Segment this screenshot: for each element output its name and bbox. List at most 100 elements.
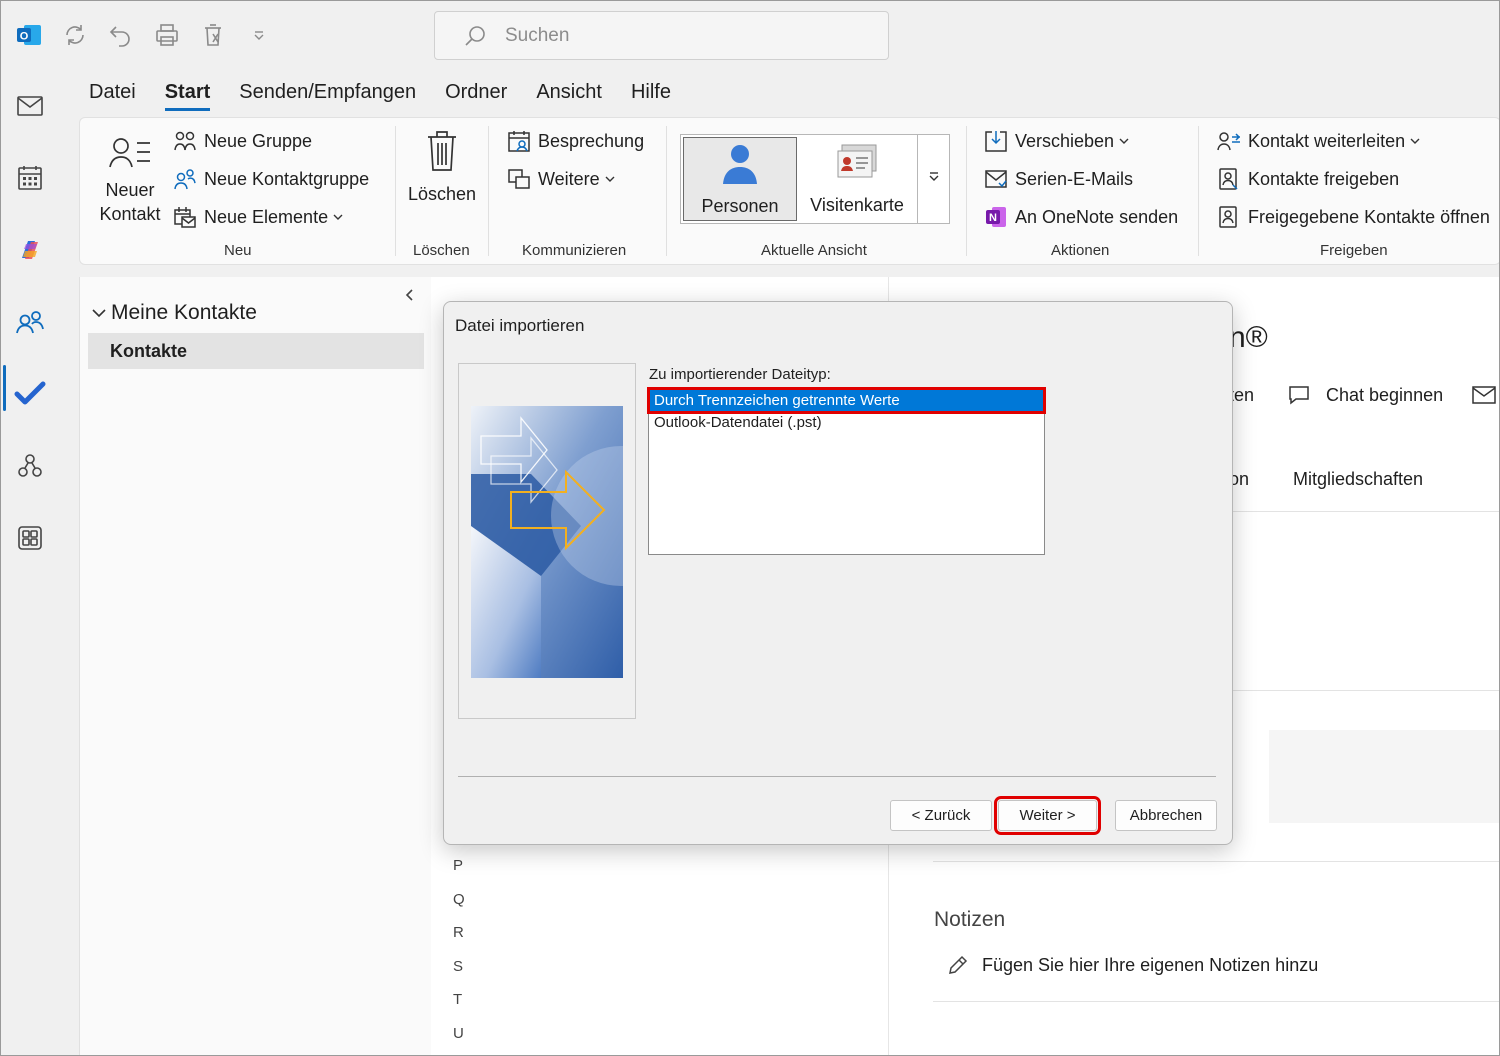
mail-merge-label: Serien-E-Mails bbox=[1015, 168, 1134, 189]
move-button[interactable]: Verschieben bbox=[983, 128, 1129, 154]
ribbon-separator bbox=[488, 126, 489, 256]
wizard-illustration bbox=[458, 363, 636, 719]
undo-icon[interactable] bbox=[107, 21, 135, 49]
forward-contact-label: Kontakt weiterleiten bbox=[1248, 130, 1406, 151]
sync-icon[interactable] bbox=[61, 21, 89, 49]
import-arrow-graphic bbox=[471, 406, 623, 678]
cancel-button[interactable]: Abbrechen bbox=[1115, 800, 1217, 831]
new-contact-group-label: Neue Kontaktgruppe bbox=[204, 168, 370, 189]
folder-group-label: Meine Kontakte bbox=[111, 301, 257, 324]
business-card-icon bbox=[799, 137, 915, 189]
divider bbox=[1229, 690, 1499, 691]
chevron-down-icon bbox=[333, 213, 343, 221]
app-navigation-rail bbox=[1, 69, 59, 1055]
alphabet-index-s[interactable]: S bbox=[453, 958, 463, 975]
alphabet-index-q[interactable]: Q bbox=[453, 891, 465, 908]
new-contact-group-button[interactable]: Neue Kontaktgruppe bbox=[172, 166, 369, 192]
onenote-icon: N bbox=[983, 204, 1009, 230]
new-contact-button[interactable]: Neuer Kontakt bbox=[94, 132, 166, 226]
move-icon bbox=[983, 128, 1009, 154]
tab-ordner[interactable]: Ordner bbox=[445, 81, 507, 111]
folder-group-header[interactable]: Meine Kontakte bbox=[92, 301, 257, 325]
new-contact-label-1: Neuer bbox=[105, 180, 155, 200]
alphabet-index-p[interactable]: P bbox=[453, 857, 463, 874]
group-label-freigeben: Freigeben bbox=[1320, 242, 1388, 259]
tab-datei[interactable]: Datei bbox=[89, 81, 136, 111]
customize-toolbar-icon[interactable] bbox=[245, 21, 273, 49]
new-group-button[interactable]: Neue Gruppe bbox=[172, 128, 312, 154]
share-contacts-button[interactable]: Kontakte freigeben bbox=[1216, 166, 1399, 192]
search-icon bbox=[463, 24, 487, 48]
view-gallery-expand[interactable] bbox=[917, 135, 949, 223]
group-label-aktionen: Aktionen bbox=[1051, 242, 1110, 259]
people-icon[interactable] bbox=[11, 303, 49, 341]
more-communicate-label: Weitere bbox=[538, 168, 600, 189]
new-contact-group-icon bbox=[172, 166, 198, 192]
file-type-list[interactable]: Durch Trennzeichen getrennte Werte Outlo… bbox=[647, 387, 1046, 555]
share-contacts-icon bbox=[1216, 166, 1242, 192]
more-apps-icon[interactable] bbox=[11, 519, 49, 557]
mail-icon[interactable] bbox=[11, 87, 49, 125]
view-business-card-button[interactable]: Visitenkarte bbox=[799, 137, 915, 221]
groups-icon[interactable] bbox=[11, 447, 49, 485]
new-items-button[interactable]: Neue Elemente bbox=[172, 204, 343, 230]
chevron-down-icon bbox=[1410, 137, 1420, 145]
todo-icon[interactable] bbox=[11, 375, 49, 413]
alphabet-index-t[interactable]: T bbox=[453, 991, 462, 1008]
tab-hilfe[interactable]: Hilfe bbox=[631, 81, 671, 111]
quick-access-toolbar: O bbox=[15, 21, 273, 49]
delete-all-icon[interactable] bbox=[199, 21, 227, 49]
group-label-kommunizieren: Kommunizieren bbox=[522, 242, 627, 259]
mail-icon[interactable] bbox=[1472, 385, 1496, 410]
new-items-label: Neue Elemente bbox=[204, 206, 329, 227]
mail-merge-button[interactable]: Serien-E-Mails bbox=[983, 166, 1133, 192]
meeting-button[interactable]: Besprechung bbox=[506, 128, 644, 154]
folder-item-label: Kontakte bbox=[110, 340, 188, 361]
option-pst[interactable]: Outlook-Datendatei (.pst) bbox=[650, 412, 1043, 433]
tab-ansicht[interactable]: Ansicht bbox=[536, 81, 602, 111]
ribbon-separator bbox=[1198, 126, 1199, 256]
trash-icon bbox=[406, 128, 478, 174]
tab-senden-empfangen[interactable]: Senden/Empfangen bbox=[239, 81, 416, 111]
view-business-card-label: Visitenkarte bbox=[810, 195, 904, 215]
back-button[interactable]: < Zurück bbox=[890, 800, 992, 831]
search-box[interactable]: Suchen bbox=[434, 11, 889, 60]
forward-contact-icon bbox=[1216, 128, 1242, 154]
tab-start[interactable]: Start bbox=[164, 81, 211, 111]
send-to-onenote-label: An OneNote senden bbox=[1015, 206, 1179, 227]
alphabet-index-u[interactable]: U bbox=[453, 1025, 464, 1042]
share-contacts-label: Kontakte freigeben bbox=[1248, 168, 1400, 189]
next-button[interactable]: Weiter > bbox=[994, 796, 1101, 835]
tab-memberships[interactable]: Mitgliedschaften bbox=[1293, 469, 1423, 490]
chevron-down-icon bbox=[605, 175, 615, 183]
collapse-pane-icon[interactable] bbox=[402, 287, 418, 303]
gallery-expand-icon bbox=[928, 170, 940, 188]
copilot-icon[interactable] bbox=[11, 231, 49, 269]
import-file-dialog: Datei importieren Zu importierender Date… bbox=[443, 301, 1233, 845]
chat-start-button[interactable]: Chat beginnen bbox=[1326, 385, 1443, 406]
meeting-label: Besprechung bbox=[538, 130, 645, 151]
ribbon-separator bbox=[966, 126, 967, 256]
group-label-neu: Neu bbox=[224, 242, 252, 259]
alphabet-index-r[interactable]: R bbox=[453, 924, 464, 941]
print-icon[interactable] bbox=[153, 21, 181, 49]
forward-contact-button[interactable]: Kontakt weiterleiten bbox=[1216, 128, 1420, 154]
title-bar: O Suchen bbox=[1, 1, 1499, 69]
send-to-onenote-button[interactable]: N An OneNote senden bbox=[983, 204, 1178, 230]
folder-item-kontakte[interactable]: Kontakte bbox=[88, 333, 424, 369]
chevron-down-icon bbox=[92, 308, 106, 318]
open-shared-contacts-button[interactable]: Freigegebene Kontakte öffnen bbox=[1216, 204, 1490, 230]
notes-input[interactable]: Fügen Sie hier Ihre eigenen Notizen hinz… bbox=[982, 955, 1318, 976]
new-group-icon bbox=[172, 128, 198, 154]
content-placeholder bbox=[1269, 730, 1499, 823]
pencil-icon bbox=[946, 953, 970, 982]
view-people-button[interactable]: Personen bbox=[683, 137, 797, 221]
divider bbox=[1229, 511, 1499, 512]
svg-text:N: N bbox=[989, 212, 997, 224]
delete-button[interactable]: Löschen bbox=[406, 128, 478, 206]
option-csv[interactable]: Durch Trennzeichen getrennte Werte bbox=[647, 387, 1046, 414]
new-contact-icon bbox=[94, 132, 166, 172]
more-communicate-button[interactable]: Weitere bbox=[506, 166, 615, 192]
new-group-label: Neue Gruppe bbox=[204, 130, 313, 151]
calendar-icon[interactable] bbox=[11, 159, 49, 197]
